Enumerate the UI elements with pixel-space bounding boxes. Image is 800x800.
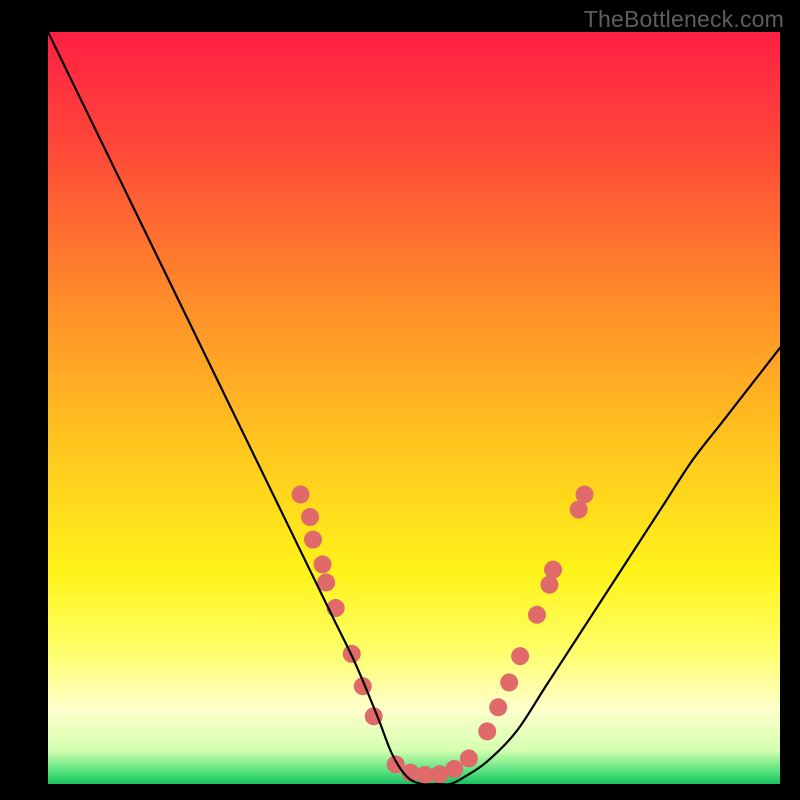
curve-marker [540,576,558,594]
curve-marker [528,606,546,624]
curve-marker [460,749,478,767]
curve-marker [445,760,463,778]
curve-marker [500,673,518,691]
watermark-text: TheBottleneck.com [584,6,784,33]
curve-marker [292,485,310,503]
curve-marker [511,647,529,665]
chart-stage: TheBottleneck.com [0,0,800,800]
curve-marker [314,555,332,573]
curve-marker [576,485,594,503]
curve-marker [301,508,319,526]
bottleneck-chart [0,0,800,800]
curve-marker [489,698,507,716]
gradient-background [48,32,780,784]
curve-marker [544,561,562,579]
curve-marker [304,531,322,549]
curve-marker [478,722,496,740]
